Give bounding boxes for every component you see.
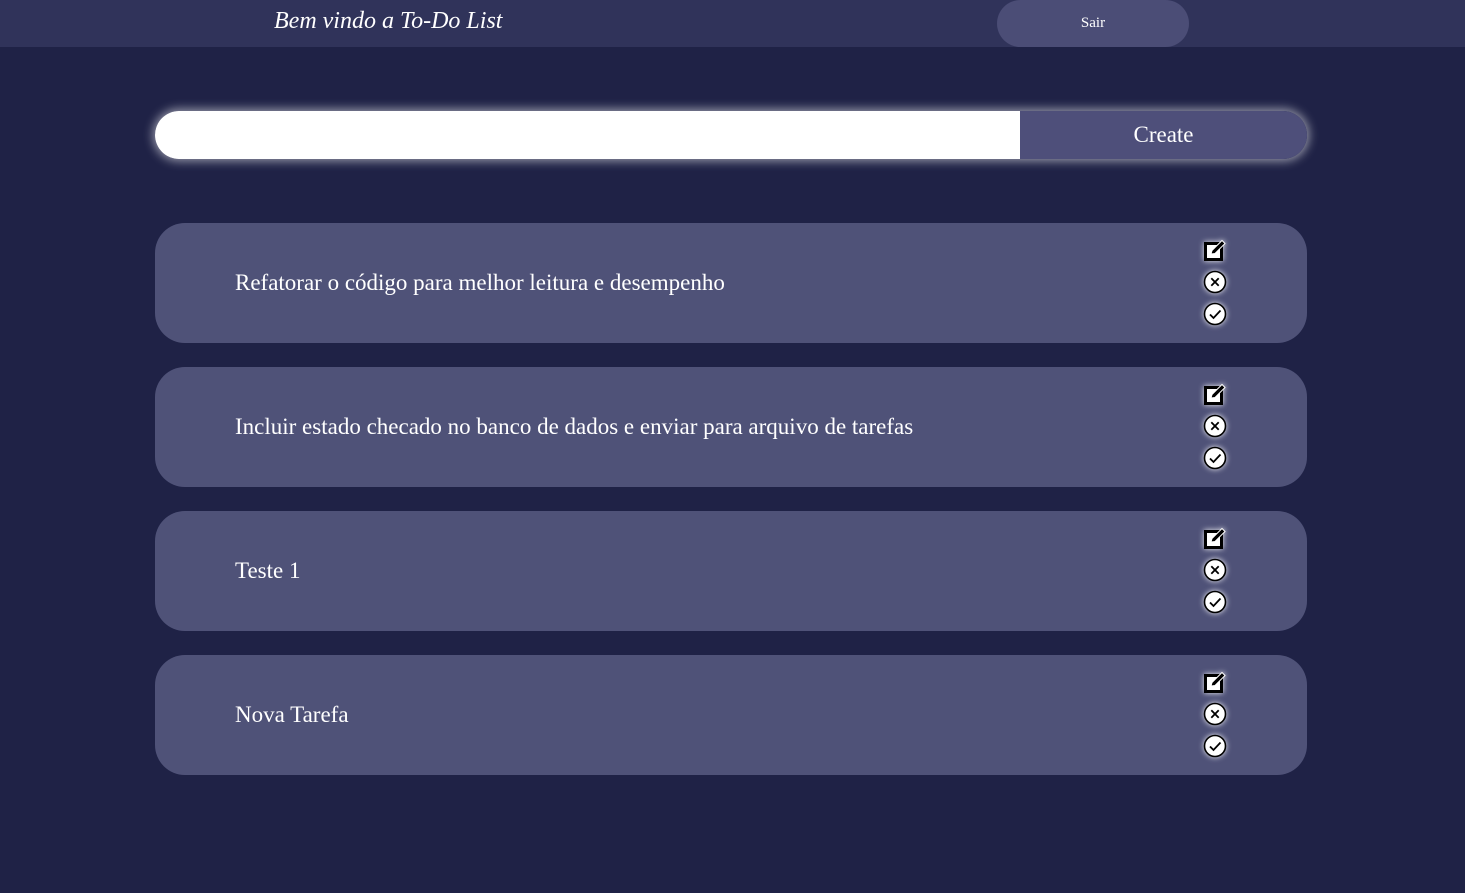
task-actions [1201,382,1229,478]
check-circle-icon[interactable] [1203,302,1227,326]
task-card: Incluir estado checado no banco de dados… [155,367,1307,487]
top-bar: Bem vindo a To-Do List Sair [0,0,1465,47]
task-card: Refatorar o código para melhor leitura e… [155,223,1307,343]
task-text: Incluir estado checado no banco de dados… [235,414,914,439]
close-circle-icon[interactable] [1203,702,1227,726]
create-task-form: Create [155,111,1307,159]
close-circle-icon[interactable] [1203,414,1227,438]
task-list: Refatorar o código para melhor leitura e… [155,223,1307,799]
close-circle-icon[interactable] [1203,270,1227,294]
check-circle-icon[interactable] [1203,734,1227,758]
task-actions [1201,670,1229,766]
task-actions [1201,238,1229,334]
new-task-input[interactable] [155,111,1020,159]
logout-button[interactable]: Sair [997,0,1189,47]
task-text: Teste 1 [235,558,301,583]
edit-icon[interactable] [1203,670,1227,694]
task-card: Nova Tarefa [155,655,1307,775]
edit-icon[interactable] [1203,238,1227,262]
create-button[interactable]: Create [1020,111,1307,159]
edit-icon[interactable] [1203,526,1227,550]
task-text: Nova Tarefa [235,702,349,727]
close-circle-icon[interactable] [1203,558,1227,582]
edit-icon[interactable] [1203,382,1227,406]
task-actions [1201,526,1229,622]
check-circle-icon[interactable] [1203,446,1227,470]
page-title: Bem vindo a To-Do List [274,8,503,34]
task-text: Refatorar o código para melhor leitura e… [235,270,725,295]
check-circle-icon[interactable] [1203,590,1227,614]
task-card: Teste 1 [155,511,1307,631]
